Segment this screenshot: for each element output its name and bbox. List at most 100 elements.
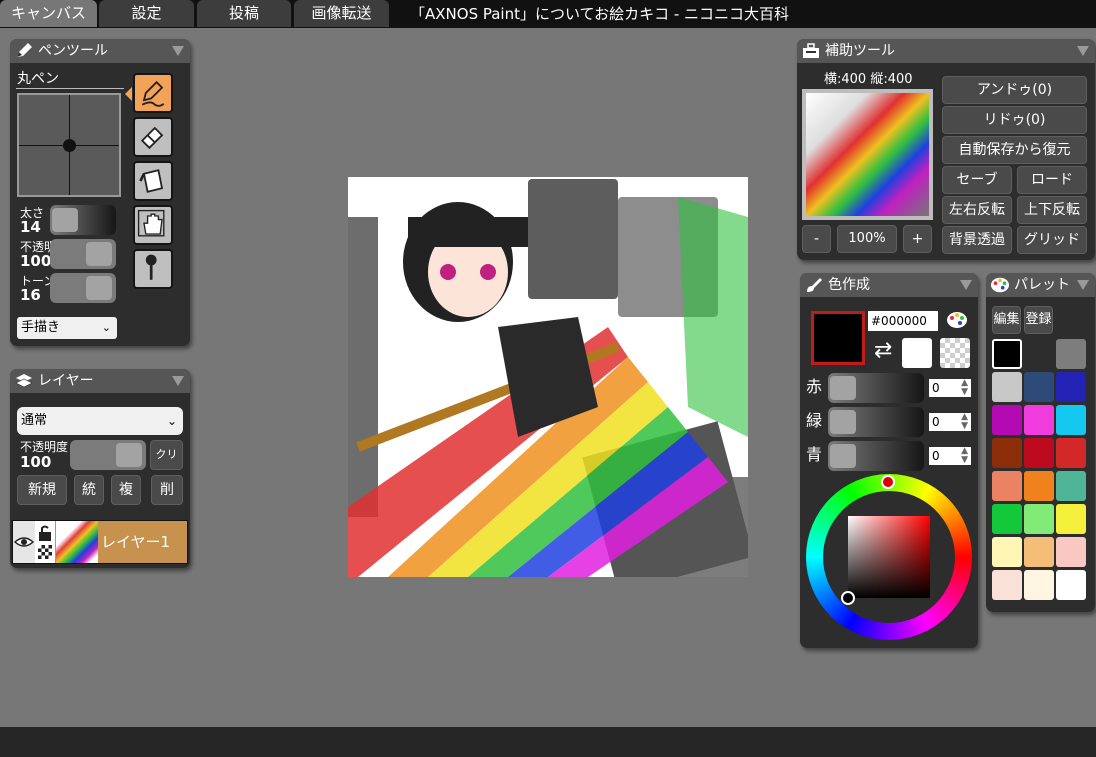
- blue-slider[interactable]: [828, 441, 924, 471]
- grid-button[interactable]: グリッド: [1017, 226, 1087, 254]
- eraser-tool-button[interactable]: [133, 117, 173, 157]
- layer-panel-header[interactable]: レイヤー: [10, 369, 190, 393]
- color-panel-title: 色作成: [828, 277, 870, 293]
- transparent-color-swatch[interactable]: [940, 338, 970, 368]
- eraser-icon: [140, 126, 164, 150]
- collapse-icon[interactable]: [1077, 46, 1089, 56]
- palette-swatch[interactable]: [1024, 438, 1054, 468]
- zoom-in-button[interactable]: +: [903, 225, 932, 253]
- collapse-icon[interactable]: [1077, 280, 1089, 290]
- bottom-bar: [0, 727, 1096, 757]
- collapse-icon[interactable]: [172, 46, 184, 56]
- palette-swatch[interactable]: [992, 537, 1022, 567]
- tab-post[interactable]: 投稿: [197, 0, 291, 27]
- palette-swatch[interactable]: [992, 405, 1022, 435]
- palette-swatch[interactable]: [1056, 570, 1086, 600]
- background-color-swatch[interactable]: [902, 338, 932, 368]
- layer-opacity-slider[interactable]: [70, 440, 146, 470]
- palette-swatch[interactable]: [1056, 405, 1086, 435]
- new-layer-button[interactable]: 新規: [17, 475, 67, 505]
- color-handle[interactable]: [841, 591, 855, 605]
- clear-layer-button[interactable]: クリア: [150, 440, 183, 489]
- palette-swatch[interactable]: [1024, 405, 1054, 435]
- flip-horizontal-button[interactable]: 左右反転: [942, 196, 1012, 224]
- tone-slider[interactable]: [50, 273, 116, 303]
- redo-button[interactable]: リドゥ(0): [942, 106, 1087, 134]
- palette-register-button[interactable]: 登録: [1024, 306, 1053, 334]
- hue-ring[interactable]: [806, 474, 972, 640]
- bucket-tool-button[interactable]: [133, 161, 173, 201]
- visibility-toggle[interactable]: [13, 521, 35, 563]
- collapse-icon[interactable]: [960, 280, 972, 290]
- zoom-level[interactable]: 100%: [837, 225, 897, 253]
- palette-swatch[interactable]: [1024, 570, 1054, 600]
- opacity-slider[interactable]: [50, 239, 116, 269]
- tab-canvas[interactable]: キャンバス: [0, 0, 97, 27]
- hue-handle[interactable]: [881, 475, 895, 489]
- draw-mode-select[interactable]: 手描き ⌄: [17, 317, 117, 339]
- navigator-thumbnail[interactable]: [802, 89, 933, 220]
- red-input[interactable]: 0 ▲ ▼: [929, 379, 971, 397]
- blend-mode-select[interactable]: 通常 ⌄: [17, 407, 183, 435]
- palette-swatch[interactable]: [1024, 504, 1054, 534]
- palette-swatch[interactable]: [1024, 471, 1054, 501]
- layer-name[interactable]: レイヤー1: [101, 521, 170, 563]
- size-value: 14: [20, 218, 41, 236]
- green-slider[interactable]: [828, 407, 924, 437]
- duplicate-layer-button[interactable]: 複: [111, 475, 141, 505]
- draw-mode-value: 手描き: [21, 320, 61, 335]
- palette-edit-button[interactable]: 編集: [992, 306, 1021, 334]
- palette-swatch[interactable]: [992, 570, 1022, 600]
- current-color-swatch[interactable]: [811, 311, 865, 365]
- swap-colors-icon[interactable]: ⇄: [874, 340, 892, 362]
- tab-settings[interactable]: 設定: [99, 0, 194, 27]
- restore-autosave-button[interactable]: 自動保存から復元: [942, 136, 1087, 164]
- save-button[interactable]: セーブ: [942, 166, 1012, 194]
- delete-layer-button[interactable]: 削: [151, 475, 183, 505]
- blue-input[interactable]: 0 ▲ ▼: [929, 447, 971, 465]
- size-slider[interactable]: [50, 205, 116, 235]
- collapse-icon[interactable]: [172, 376, 184, 386]
- palette-swatch[interactable]: [1056, 438, 1086, 468]
- palette-swatch[interactable]: [1056, 504, 1086, 534]
- green-input[interactable]: 0 ▲ ▼: [929, 413, 971, 431]
- pencil-icon: [17, 43, 32, 57]
- dropper-tool-button[interactable]: [133, 249, 173, 289]
- palette-swatch[interactable]: [1056, 537, 1086, 567]
- palette-swatch[interactable]: [992, 339, 1022, 369]
- palette-swatch[interactable]: [1024, 537, 1054, 567]
- hand-icon: [137, 209, 165, 237]
- lock-toggle[interactable]: [35, 521, 55, 563]
- tab-image-transfer[interactable]: 画像転送: [294, 0, 389, 27]
- hand-tool-button[interactable]: [133, 205, 173, 245]
- undo-button[interactable]: アンドゥ(0): [942, 76, 1087, 104]
- palette-swatch[interactable]: [992, 438, 1022, 468]
- palette-title: パレット: [1014, 277, 1070, 293]
- layer-row[interactable]: レイヤー1: [12, 520, 188, 564]
- blend-mode-value: 通常: [21, 413, 48, 428]
- palette-swatch[interactable]: [1024, 372, 1054, 402]
- hex-input[interactable]: #000000: [868, 311, 938, 331]
- saturation-value-square[interactable]: [848, 516, 930, 598]
- palette-panel-header[interactable]: パレット: [986, 273, 1095, 297]
- drawing-canvas[interactable]: [348, 177, 748, 577]
- red-slider[interactable]: [828, 373, 924, 403]
- aux-tools-panel-header[interactable]: 補助ツール: [797, 39, 1095, 63]
- load-button[interactable]: ロード: [1017, 166, 1087, 194]
- pen-tool-panel-header[interactable]: ペンツール: [10, 39, 190, 63]
- palette-swatch[interactable]: [1056, 372, 1086, 402]
- background-transparent-button[interactable]: 背景透過: [942, 226, 1012, 254]
- palette-picker-icon[interactable]: [946, 309, 968, 331]
- palette-swatch[interactable]: [1024, 339, 1054, 369]
- palette-swatch[interactable]: [992, 471, 1022, 501]
- toolbox-icon: [803, 43, 819, 58]
- merge-layer-button[interactable]: 統: [74, 475, 104, 505]
- pen-tool-button[interactable]: [133, 73, 173, 113]
- palette-swatch[interactable]: [1056, 471, 1086, 501]
- color-panel-header[interactable]: 色作成: [800, 273, 978, 297]
- palette-swatch[interactable]: [1056, 339, 1086, 369]
- palette-swatch[interactable]: [992, 372, 1022, 402]
- zoom-out-button[interactable]: -: [802, 225, 831, 253]
- flip-vertical-button[interactable]: 上下反転: [1017, 196, 1087, 224]
- palette-swatch[interactable]: [992, 504, 1022, 534]
